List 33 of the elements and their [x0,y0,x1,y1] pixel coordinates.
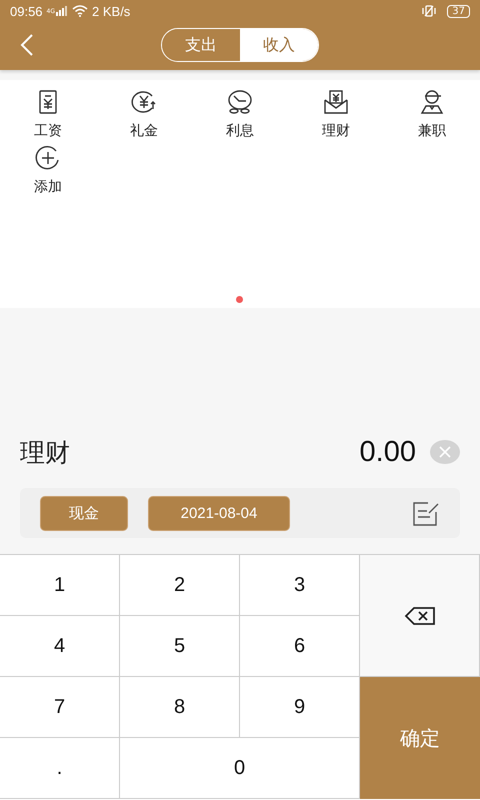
keypad-key[interactable]: 8 [120,677,240,738]
network-speed: 2 KB/s [92,4,130,18]
wifi-icon [72,5,88,17]
note-edit-icon[interactable] [412,500,440,526]
category-name: 理财 [20,436,71,468]
back-icon[interactable] [20,34,34,56]
keypad-key[interactable]: . [0,738,120,799]
type-tab[interactable]: 收入 [240,29,318,61]
battery-indicator: 37 [447,4,470,18]
keypad-key[interactable]: 1 [0,555,120,616]
category-label: 工资 [34,122,62,140]
category-label: 兼职 [418,122,446,140]
status-time: 09:56 [10,4,43,18]
keypad-key[interactable]: 7 [0,677,120,738]
keypad-key[interactable]: 6 [240,616,360,677]
category-label: 礼金 [130,122,158,140]
amount-display: 0.00 [360,436,416,468]
keypad-key[interactable]: 3 [240,555,360,616]
keypad-key[interactable]: 0 [120,738,360,799]
keypad-key[interactable]: 9 [240,677,360,738]
envelope-icon[interactable] [322,88,350,116]
category-label: 利息 [226,122,254,140]
keypad-key[interactable]: 4 [0,616,120,677]
category-label: 理财 [322,122,350,140]
clock-icon[interactable] [226,88,254,116]
backspace-icon [404,606,436,626]
category-label: 添加 [34,178,62,196]
vibrate-icon [421,5,438,17]
page-indicator-dot [236,296,243,303]
worker-icon[interactable] [418,88,446,116]
signal-icon [56,6,68,16]
keypad-key[interactable]: 2 [120,555,240,616]
keypad-key[interactable]: 5 [120,616,240,677]
